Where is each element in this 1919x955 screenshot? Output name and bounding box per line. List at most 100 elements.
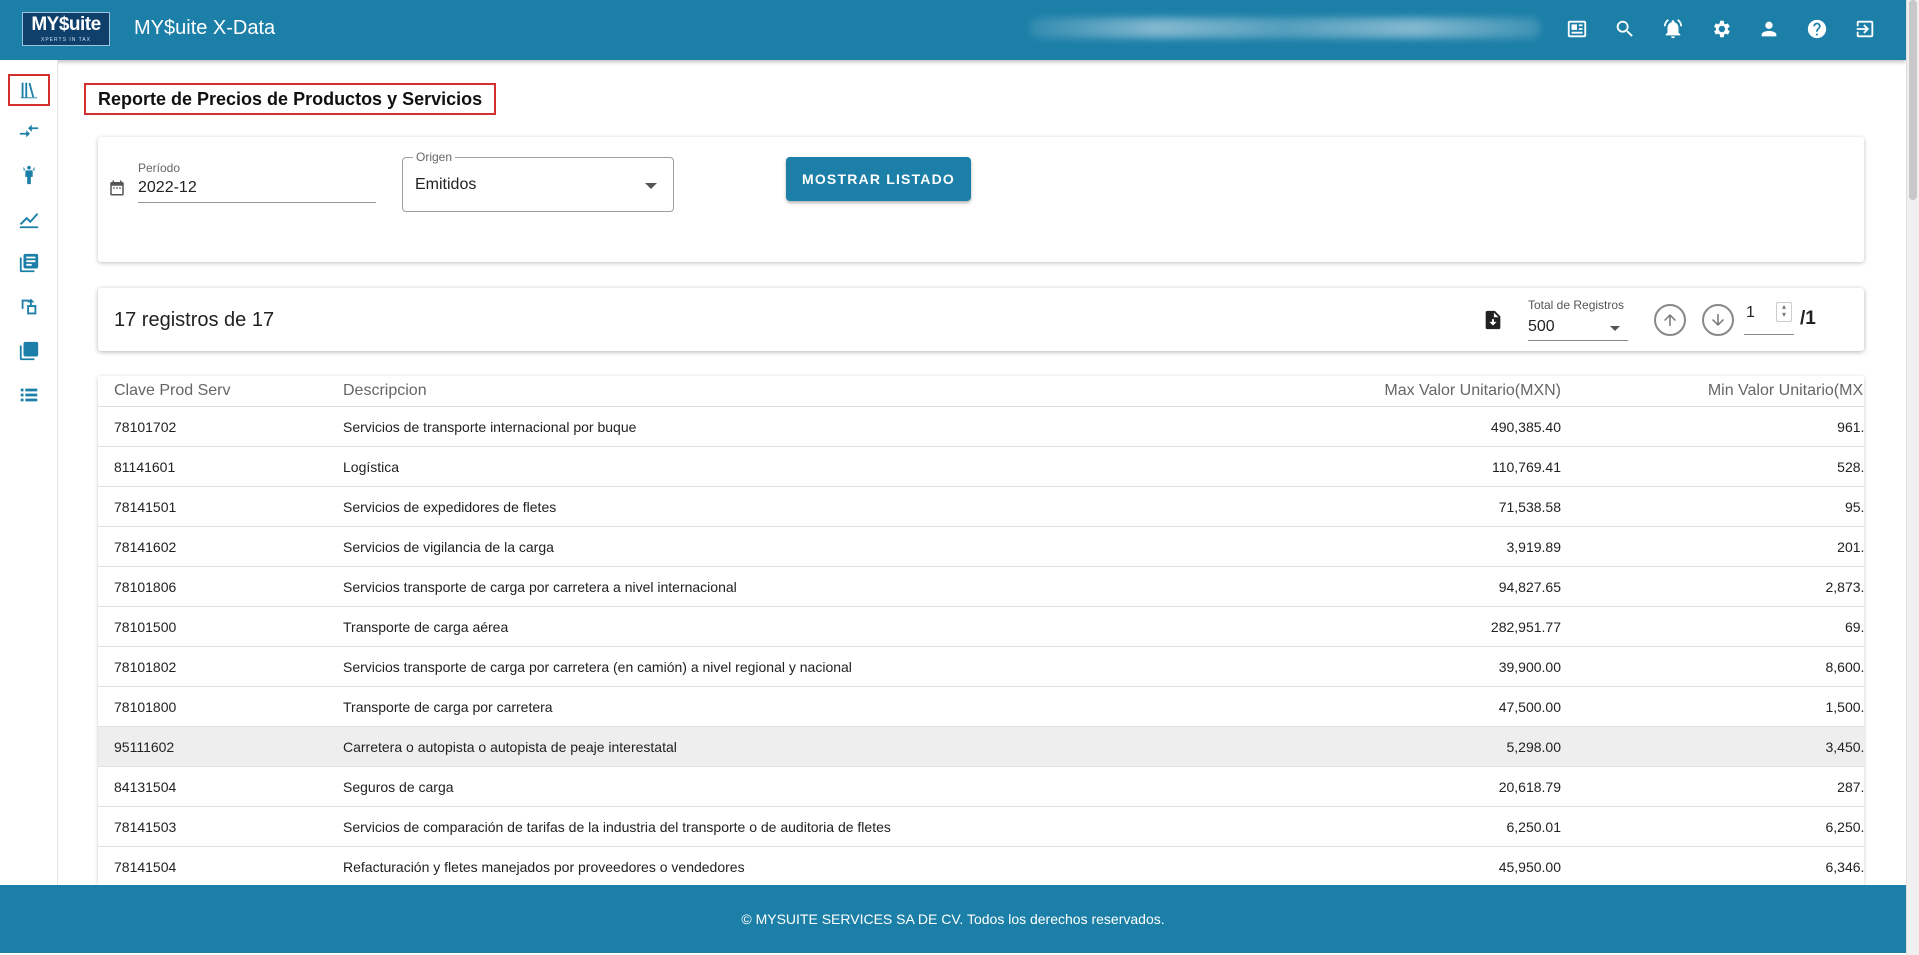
cell-clave: 78141504 bbox=[98, 846, 343, 885]
periodo-field[interactable]: Período 2022-12 bbox=[108, 161, 376, 205]
cell-min-valor: 201.02 bbox=[1561, 526, 1864, 567]
sidebar-item-list[interactable] bbox=[10, 380, 48, 410]
page-total: /1 bbox=[1800, 308, 1816, 329]
cell-max-valor: 20,618.79 bbox=[1223, 766, 1561, 807]
cell-clave: 78141503 bbox=[98, 806, 343, 847]
column-header-descripcion[interactable]: Descripcion bbox=[343, 376, 1223, 407]
periodo-input[interactable]: 2022-12 bbox=[138, 179, 376, 203]
cell-min-valor: 6,346.16 bbox=[1561, 846, 1864, 885]
cell-min-valor: 2,873.57 bbox=[1561, 566, 1864, 607]
page-number-input[interactable]: 1 ▴ ▾ bbox=[1744, 300, 1794, 335]
column-header-min[interactable]: Min Valor Unitario(MXN) bbox=[1561, 376, 1864, 407]
top-app-bar: MY$uite XPERTS IN TAX MY$uite X-Data bbox=[0, 0, 1906, 60]
prices-table: Clave Prod Serv Descripcion Max Valor Un… bbox=[98, 376, 1864, 885]
document-list-icon bbox=[19, 253, 39, 273]
table-header-row: Clave Prod Serv Descripcion Max Valor Un… bbox=[98, 376, 1864, 407]
user-icon[interactable] bbox=[1756, 16, 1782, 42]
page-up-button[interactable] bbox=[1654, 304, 1686, 336]
cell-clave: 78101802 bbox=[98, 646, 343, 687]
compare-arrows-icon bbox=[19, 124, 39, 138]
brand-logo[interactable]: MY$uite XPERTS IN TAX bbox=[22, 12, 110, 46]
cell-max-valor: 6,250.01 bbox=[1223, 806, 1561, 847]
cell-min-valor: 3,450.00 bbox=[1561, 726, 1864, 767]
cell-max-valor: 3,919.89 bbox=[1223, 526, 1561, 567]
column-header-clave[interactable]: Clave Prod Serv bbox=[98, 376, 343, 407]
sidebar-item-file-transfer[interactable] bbox=[10, 292, 48, 322]
cell-max-valor: 71,538.58 bbox=[1223, 486, 1561, 527]
list-icon bbox=[20, 388, 38, 402]
cell-clave: 78141501 bbox=[98, 486, 343, 527]
sidebar-item-copy[interactable] bbox=[10, 336, 48, 366]
table-row[interactable]: 78101702 Servicios de transporte internac… bbox=[98, 406, 1864, 447]
cell-min-valor: 1,500.00 bbox=[1561, 686, 1864, 727]
gear-icon[interactable] bbox=[1708, 16, 1734, 42]
sidebar-item-library[interactable] bbox=[8, 74, 50, 106]
page-down-button[interactable] bbox=[1702, 304, 1734, 336]
footer: © MYSUITE SERVICES SA DE CV. Todos los d… bbox=[0, 885, 1906, 953]
cell-descripcion: Seguros de carga bbox=[343, 766, 1223, 807]
sidebar-item-documents[interactable] bbox=[10, 248, 48, 278]
table-row[interactable]: 78141503 Servicios de comparación de tari… bbox=[98, 806, 1864, 847]
records-count: 17 registros de 17 bbox=[114, 309, 275, 331]
table-row[interactable]: 78101806 Servicios transporte de carga po… bbox=[98, 566, 1864, 607]
cell-clave: 78101800 bbox=[98, 686, 343, 727]
table-row[interactable]: 95111602 Carretera o autopista o autopist… bbox=[98, 726, 1864, 767]
origen-select[interactable]: Origen Emitidos bbox=[402, 150, 674, 212]
cell-descripcion: Transporte de carga por carretera bbox=[343, 686, 1223, 727]
cell-min-valor: 528.85 bbox=[1561, 446, 1864, 487]
total-registros-select[interactable]: Total de Registros 500 bbox=[1528, 298, 1628, 342]
cell-descripcion: Carretera o autopista o autopista de pea… bbox=[343, 726, 1223, 767]
alarm-icon[interactable] bbox=[1660, 16, 1686, 42]
logout-icon[interactable] bbox=[1852, 16, 1878, 42]
periodo-label: Período bbox=[138, 161, 181, 175]
cell-max-valor: 39,900.00 bbox=[1223, 646, 1561, 687]
cell-min-valor: 287.36 bbox=[1561, 766, 1864, 807]
file-transfer-icon bbox=[21, 298, 37, 315]
table-row[interactable]: 78141504 Refacturación y fletes manejados… bbox=[98, 846, 1864, 885]
sidebar-item-compare[interactable] bbox=[10, 116, 48, 146]
table-row[interactable]: 84131504Seguros de carga20,618.79287.36 bbox=[98, 766, 1864, 807]
table-row[interactable]: 78101500 Transporte de carga aérea 282,951… bbox=[98, 606, 1864, 647]
help-icon[interactable] bbox=[1804, 16, 1830, 42]
sidebar bbox=[0, 60, 58, 885]
page-number-value: 1 bbox=[1746, 304, 1755, 321]
chevron-down-icon[interactable] bbox=[645, 183, 657, 189]
table-row[interactable]: 78101802 Servicios transporte de carga po… bbox=[98, 646, 1864, 687]
arrow-up-icon bbox=[1664, 314, 1676, 326]
column-header-max[interactable]: Max Valor Unitario(MXN) bbox=[1223, 376, 1561, 407]
cell-descripcion: Servicios de comparación de tarifas de l… bbox=[343, 806, 1223, 847]
cell-clave: 78101500 bbox=[98, 606, 343, 647]
cell-min-valor: 95.79 bbox=[1561, 486, 1864, 527]
redacted-company-info bbox=[1030, 18, 1540, 38]
table-row[interactable]: 78141602 Servicios de vigilancia de la ca… bbox=[98, 526, 1864, 567]
app-title: MY$uite X-Data bbox=[134, 17, 276, 39]
cell-clave: 78141602 bbox=[98, 526, 343, 567]
person-icon bbox=[23, 165, 35, 185]
cell-descripcion: Transporte de carga aérea bbox=[343, 606, 1223, 647]
chevron-down-icon[interactable] bbox=[1610, 326, 1620, 331]
search-icon[interactable] bbox=[1612, 16, 1638, 42]
mostrar-listado-button[interactable]: MOSTRAR LISTADO bbox=[786, 157, 971, 201]
cell-descripcion: Servicios de expedidores de fletes bbox=[343, 486, 1223, 527]
total-registros-label: Total de Registros bbox=[1528, 298, 1625, 312]
table-row[interactable]: 78101800 Transporte de carga por carreter… bbox=[98, 686, 1864, 727]
table-row[interactable]: 78141501 Servicios de expedidores de flet… bbox=[98, 486, 1864, 527]
origen-value: Emitidos bbox=[415, 176, 477, 193]
page-title: Reporte de Precios de Productos y Servic… bbox=[84, 83, 497, 115]
sidebar-item-chart[interactable] bbox=[10, 204, 48, 234]
page-scrollbar[interactable] bbox=[1906, 0, 1919, 955]
sidebar-item-person[interactable] bbox=[10, 160, 48, 190]
table-row[interactable]: 81141601Logística110,769.41528.85 bbox=[98, 446, 1864, 487]
scrollbar-thumb[interactable] bbox=[1909, 0, 1917, 200]
export-file-icon[interactable] bbox=[1482, 308, 1504, 332]
news-icon[interactable] bbox=[1564, 16, 1590, 42]
cell-descripcion: Servicios de vigilancia de la carga bbox=[343, 526, 1223, 567]
cell-descripcion: Logística bbox=[343, 446, 1223, 487]
calendar-icon[interactable] bbox=[108, 179, 126, 197]
cell-min-valor: 6,250.01 bbox=[1561, 806, 1864, 847]
cell-clave: 95111602 bbox=[98, 726, 343, 767]
spinner-icon[interactable]: ▴ ▾ bbox=[1776, 302, 1792, 322]
library-icon bbox=[20, 82, 38, 99]
cell-descripcion: Servicios de transporte internacional po… bbox=[343, 406, 1223, 447]
footer-text: © MYSUITE SERVICES SA DE CV. Todos los d… bbox=[741, 911, 1165, 927]
